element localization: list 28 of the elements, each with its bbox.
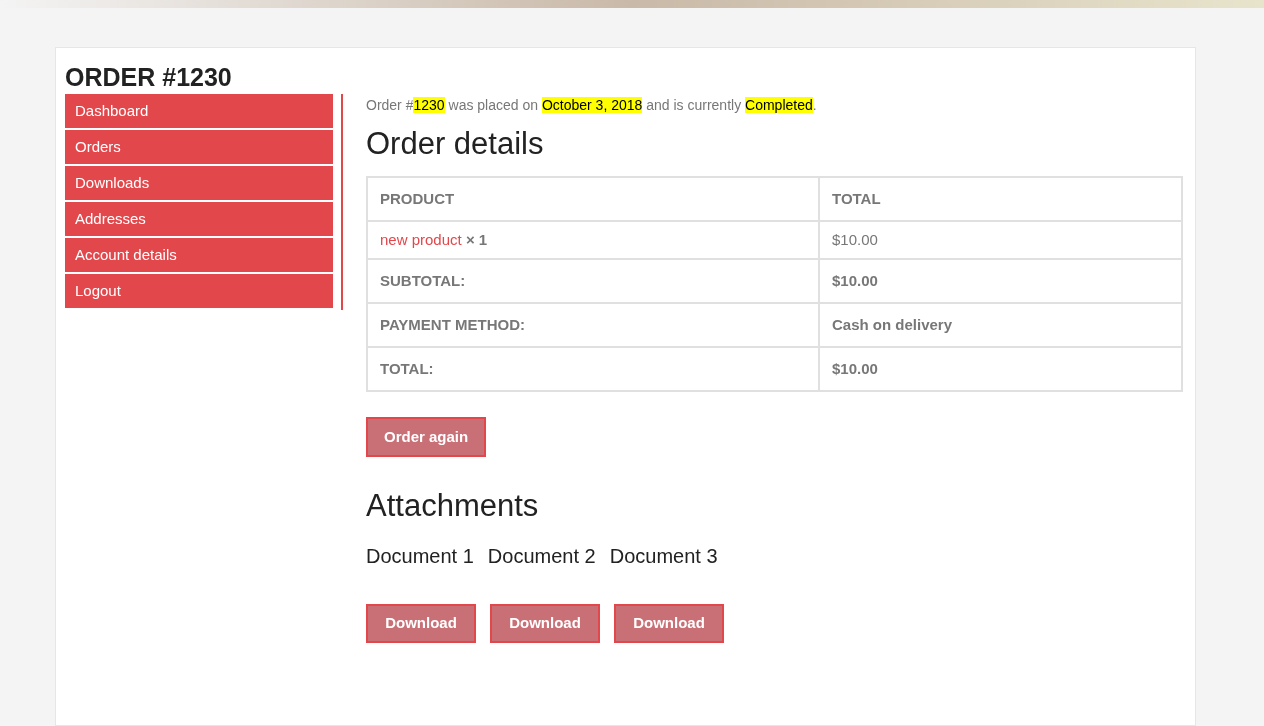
product-link[interactable]: new product <box>380 230 462 248</box>
table-cell: Cash on delivery <box>819 303 1182 347</box>
row-label: PAYMENT METHOD: <box>367 303 819 347</box>
document-name: Document 2 <box>487 544 596 569</box>
account-menu-item[interactable]: Logout <box>65 274 333 308</box>
table-cell: $10.00 <box>819 347 1182 391</box>
download-button[interactable]: Download <box>614 604 724 643</box>
account-menu-item[interactable]: Downloads <box>65 166 333 200</box>
order-again-button[interactable]: Order again <box>366 417 487 457</box>
section-heading: Order details <box>366 125 544 163</box>
table-cell: $10.00 <box>819 221 1182 259</box>
account-menu-item[interactable]: Account details <box>65 238 333 272</box>
table-cell: $10.00 <box>819 259 1182 303</box>
column-header: TOTAL <box>819 177 1182 221</box>
page-title: ORDER #1230 <box>65 62 232 92</box>
download-button[interactable]: Download <box>490 604 600 643</box>
account-menu-item[interactable]: Addresses <box>65 202 333 236</box>
document-name: Document 1 <box>366 544 474 569</box>
account-menu-item[interactable]: Dashboard <box>65 94 333 128</box>
download-button[interactable]: Download <box>366 604 476 643</box>
row-label: SUBTOTAL: <box>367 259 819 303</box>
section-heading: Attachments <box>366 487 539 525</box>
order-status-notice: Order #1230 was placed on October 3, 2018 and is currently Completed. <box>366 96 817 114</box>
quantity-text: × 1 <box>465 230 488 248</box>
account-menu-item[interactable]: Orders <box>65 130 333 164</box>
row-label: TOTAL: <box>367 347 819 391</box>
column-header: PRODUCT <box>367 177 819 221</box>
document-name: Document 3 <box>609 544 718 569</box>
